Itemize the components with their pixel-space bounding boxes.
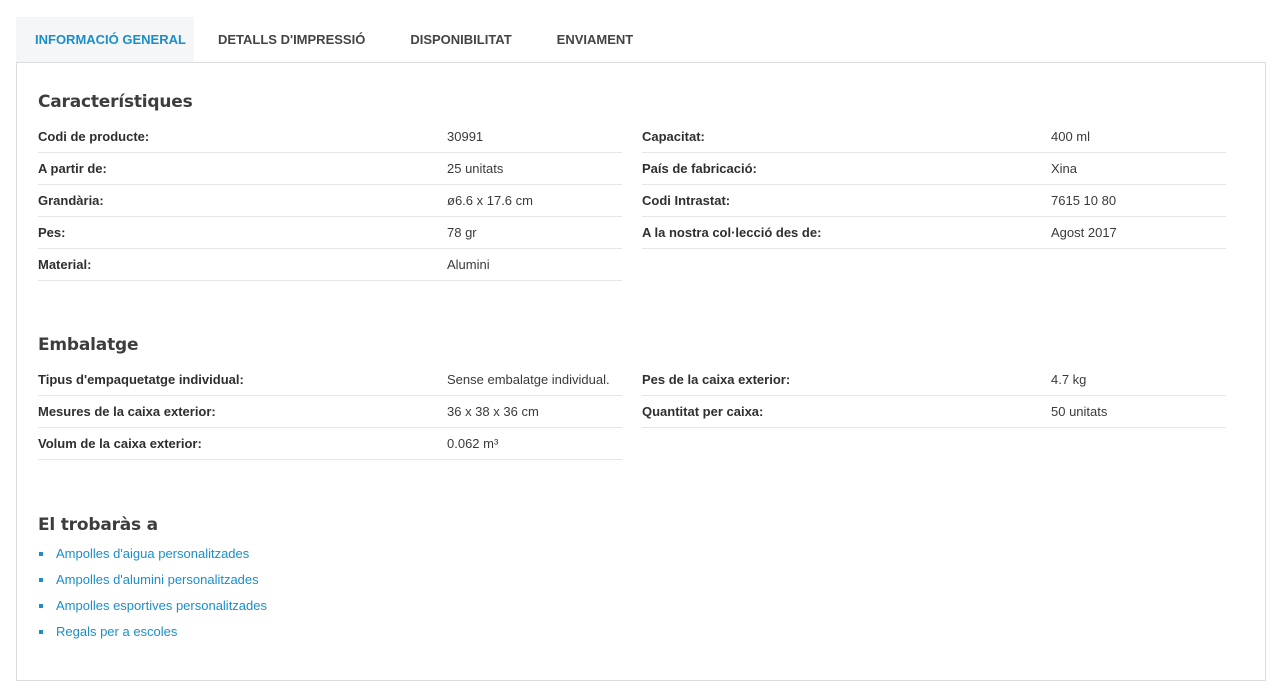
spec-label: Volum de la caixa exterior: bbox=[38, 436, 202, 451]
spec-value: Sense embalatge individual. bbox=[447, 372, 610, 387]
list-item: Ampolles esportives personalitzades bbox=[38, 593, 267, 619]
tab-availability[interactable]: DISPONIBILITAT bbox=[387, 17, 533, 63]
list-item: Ampolles d'aigua personalitzades bbox=[38, 541, 267, 567]
spec-row: Quantitat per caixa: 50 unitats bbox=[642, 396, 1226, 428]
square-bullet-icon bbox=[39, 552, 43, 556]
spec-value: 36 x 38 x 36 cm bbox=[447, 404, 539, 419]
spec-label: Tipus d'empaquetatge individual: bbox=[38, 372, 244, 387]
category-link-sport-bottles[interactable]: Ampolles esportives personalitzades bbox=[56, 598, 267, 613]
square-bullet-icon bbox=[39, 578, 43, 582]
spec-row: A la nostra col·lecció des de: Agost 201… bbox=[642, 217, 1226, 249]
spec-label: Quantitat per caixa: bbox=[642, 404, 764, 419]
spec-row: Capacitat: 400 ml bbox=[642, 121, 1226, 153]
characteristics-heading: Característiques bbox=[38, 92, 193, 112]
spec-label: Material: bbox=[38, 257, 92, 272]
category-link-list: Ampolles d'aigua personalitzades Ampolle… bbox=[38, 541, 267, 645]
spec-row: Material: Alumini bbox=[38, 249, 622, 281]
spec-row: Volum de la caixa exterior: 0.062 m³ bbox=[38, 428, 622, 460]
spec-row: A partir de: 25 unitats bbox=[38, 153, 622, 185]
spec-label: Pes: bbox=[38, 225, 66, 240]
list-item: Ampolles d'alumini personalitzades bbox=[38, 567, 267, 593]
spec-value: 50 unitats bbox=[1051, 404, 1108, 419]
tab-general-info[interactable]: INFORMACIÓ GENERAL bbox=[16, 17, 194, 63]
tab-shipping[interactable]: ENVIAMENT bbox=[534, 17, 654, 63]
list-item: Regals per a escoles bbox=[38, 619, 267, 645]
characteristics-left-column: Codi de producte: 30991 A partir de: 25 … bbox=[38, 121, 622, 281]
packaging-right-column: Pes de la caixa exterior: 4.7 kg Quantit… bbox=[642, 364, 1226, 428]
tab-panel-general-info: Característiques Codi de producte: 30991… bbox=[16, 62, 1266, 681]
category-link-water-bottles[interactable]: Ampolles d'aigua personalitzades bbox=[56, 546, 249, 561]
spec-row: Pes: 78 gr bbox=[38, 217, 622, 249]
spec-value: 25 unitats bbox=[447, 161, 504, 176]
spec-label: Codi Intrastat: bbox=[642, 193, 731, 208]
spec-row: Tipus d'empaquetatge individual: Sense e… bbox=[38, 364, 622, 396]
characteristics-right-column: Capacitat: 400 ml País de fabricació: Xi… bbox=[642, 121, 1226, 249]
spec-value: 400 ml bbox=[1051, 129, 1091, 144]
tab-bar: INFORMACIÓ GENERAL DETALLS D'IMPRESSIÓ D… bbox=[16, 17, 653, 63]
spec-value: 30991 bbox=[447, 129, 484, 144]
spec-value: 78 gr bbox=[447, 225, 477, 240]
category-link-aluminium-bottles[interactable]: Ampolles d'alumini personalitzades bbox=[56, 572, 259, 587]
square-bullet-icon bbox=[39, 630, 43, 634]
spec-label: A la nostra col·lecció des de: bbox=[642, 225, 822, 240]
spec-value: Xina bbox=[1051, 161, 1078, 176]
spec-label: Codi de producte: bbox=[38, 129, 150, 144]
spec-value: 4.7 kg bbox=[1051, 372, 1087, 387]
spec-value: ø6.6 x 17.6 cm bbox=[447, 193, 533, 208]
spec-value: 7615 10 80 bbox=[1051, 193, 1117, 208]
spec-row: País de fabricació: Xina bbox=[642, 153, 1226, 185]
spec-row: Grandària: ø6.6 x 17.6 cm bbox=[38, 185, 622, 217]
square-bullet-icon bbox=[39, 604, 43, 608]
spec-row: Mesures de la caixa exterior: 36 x 38 x … bbox=[38, 396, 622, 428]
spec-label: Grandària: bbox=[38, 193, 104, 208]
packaging-heading: Embalatge bbox=[38, 335, 139, 355]
category-link-school-gifts[interactable]: Regals per a escoles bbox=[56, 624, 177, 639]
spec-row: Codi de producte: 30991 bbox=[38, 121, 622, 153]
packaging-left-column: Tipus d'empaquetatge individual: Sense e… bbox=[38, 364, 622, 460]
spec-value: Alumini bbox=[447, 257, 490, 272]
spec-value: Agost 2017 bbox=[1051, 225, 1117, 240]
found-in-heading: El trobaràs a bbox=[38, 515, 158, 535]
spec-label: Capacitat: bbox=[642, 129, 705, 144]
spec-label: Pes de la caixa exterior: bbox=[642, 372, 791, 387]
spec-label: A partir de: bbox=[38, 161, 107, 176]
spec-label: País de fabricació: bbox=[642, 161, 757, 176]
spec-value: 0.062 m³ bbox=[447, 436, 499, 451]
tab-print-details[interactable]: DETALLS D'IMPRESSIÓ bbox=[194, 17, 387, 63]
spec-row: Codi Intrastat: 7615 10 80 bbox=[642, 185, 1226, 217]
spec-row: Pes de la caixa exterior: 4.7 kg bbox=[642, 364, 1226, 396]
spec-label: Mesures de la caixa exterior: bbox=[38, 404, 216, 419]
